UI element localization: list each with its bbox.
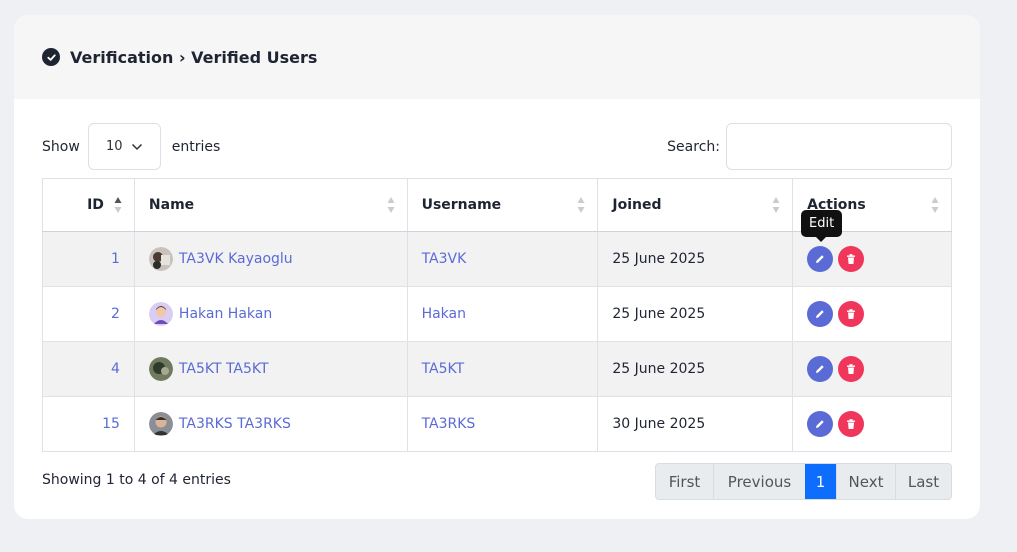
verified-users-card: Verification › Verified Users Show 10 en…	[14, 15, 980, 519]
pagination-page-1[interactable]: 1	[805, 464, 836, 499]
pagination-last-button[interactable]: Last	[895, 464, 951, 499]
username-link[interactable]: TA3VK	[422, 251, 467, 267]
pagination-first-button[interactable]: First	[656, 464, 713, 499]
user-name-link[interactable]: TA5KT TA5KT	[179, 361, 269, 377]
username-link[interactable]: TA5KT	[422, 361, 465, 377]
username-cell: TA5KT	[406, 341, 599, 397]
name-cell: Hakan Hakan	[133, 286, 408, 342]
pagination: First Previous 1 Next Last	[655, 463, 952, 500]
pagination-previous-button[interactable]: Previous	[713, 464, 805, 499]
username-cell: TA3RKS	[406, 396, 599, 452]
table-info: Showing 1 to 4 of 4 entries	[42, 472, 231, 488]
avatar	[148, 302, 173, 326]
pencil-icon	[816, 255, 824, 263]
entries-label: entries	[171, 138, 221, 155]
trash-icon	[847, 364, 856, 374]
edit-button[interactable]	[807, 246, 834, 272]
page-title: Verification › Verified Users	[70, 47, 318, 67]
username-cell: Hakan	[406, 286, 599, 342]
column-header-username[interactable]: Username	[406, 178, 599, 232]
sort-icon	[772, 197, 780, 213]
table-row: 15 TA3RKS TA3RKS TA3RKS 30 June 2025	[42, 396, 952, 452]
sort-asc-icon	[114, 197, 122, 213]
joined-cell: 25 June 2025	[597, 231, 794, 287]
avatar	[148, 412, 173, 436]
edit-tooltip: Edit	[801, 210, 843, 242]
edit-button[interactable]	[807, 301, 834, 327]
pencil-icon	[816, 365, 824, 373]
user-name-link[interactable]: TA3VK Kayaoglu	[179, 251, 293, 267]
joined-cell: 25 June 2025	[597, 341, 794, 397]
page-length-select[interactable]: 10	[87, 123, 161, 170]
avatar	[148, 247, 173, 271]
edit-button[interactable]	[807, 356, 834, 382]
pencil-icon	[816, 420, 824, 428]
edit-button[interactable]	[807, 411, 834, 437]
actions-cell	[792, 396, 952, 452]
delete-button[interactable]	[838, 356, 865, 382]
username-link[interactable]: Hakan	[422, 306, 466, 322]
actions-cell	[792, 341, 952, 397]
table-controls: Show 10 entries Search:	[42, 123, 952, 171]
username-cell: TA3VK	[406, 231, 599, 287]
actions-cell	[792, 286, 952, 342]
column-header-name[interactable]: Name	[133, 178, 408, 232]
sort-icon	[387, 197, 395, 213]
sort-icon	[931, 197, 939, 213]
search-control: Search:	[667, 123, 952, 170]
avatar	[148, 357, 173, 381]
check-circle-icon	[42, 48, 60, 66]
pencil-icon	[816, 310, 824, 318]
card-header: Verification › Verified Users	[14, 15, 980, 99]
joined-cell: 25 June 2025	[597, 286, 794, 342]
trash-icon	[847, 419, 856, 429]
username-link[interactable]: TA3RKS	[422, 416, 476, 432]
id-cell[interactable]: 1	[42, 231, 135, 287]
table-row: 4 TA5KT TA5KT TA5KT 25 June 2025	[42, 341, 952, 397]
id-cell[interactable]: 4	[42, 341, 135, 397]
delete-button[interactable]	[838, 301, 865, 327]
search-input[interactable]	[726, 123, 952, 170]
sort-icon	[577, 197, 585, 213]
delete-button[interactable]	[838, 411, 865, 437]
column-header-joined[interactable]: Joined	[597, 178, 794, 232]
name-cell: TA3VK Kayaoglu	[133, 231, 408, 287]
page-length-value: 10	[106, 139, 123, 154]
search-label: Search:	[667, 138, 720, 155]
user-name-link[interactable]: Hakan Hakan	[179, 306, 272, 322]
pagination-next-button[interactable]: Next	[836, 464, 895, 499]
delete-button[interactable]	[838, 246, 865, 272]
name-cell: TA3RKS TA3RKS	[133, 396, 408, 452]
trash-icon	[847, 309, 856, 319]
column-header-id[interactable]: ID	[42, 178, 135, 232]
table-row: 2 Hakan Hakan Hakan 25 June 2025	[42, 286, 952, 342]
user-name-link[interactable]: TA3RKS TA3RKS	[179, 416, 291, 432]
id-cell[interactable]: 2	[42, 286, 135, 342]
trash-icon	[847, 254, 856, 264]
page-length-control: Show 10 entries	[42, 123, 220, 170]
name-cell: TA5KT TA5KT	[133, 341, 408, 397]
chevron-down-icon	[131, 143, 142, 150]
joined-cell: 30 June 2025	[597, 396, 794, 452]
id-cell[interactable]: 15	[42, 396, 135, 452]
show-label: Show	[42, 138, 80, 155]
